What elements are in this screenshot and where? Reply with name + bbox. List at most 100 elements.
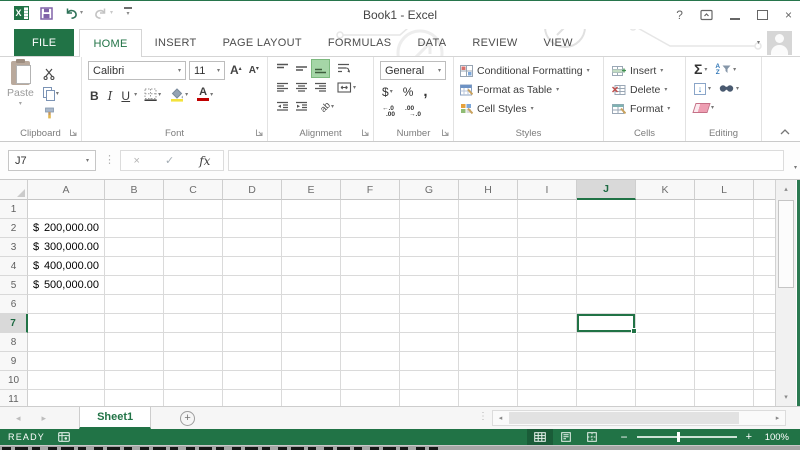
cell-I11[interactable] [518,390,577,406]
cell-F1[interactable] [341,200,400,219]
delete-cells-button[interactable]: Delete ▾ [612,80,667,99]
cell-D1[interactable] [223,200,282,219]
cell-G5[interactable] [400,276,459,295]
cell-I2[interactable] [518,219,577,238]
cell-K2[interactable] [636,219,695,238]
cancel-button[interactable]: × [134,155,140,167]
row-header-9[interactable]: 9 [0,352,28,371]
cell-B3[interactable] [105,238,164,257]
column-header-B[interactable]: B [105,180,164,200]
ribbon-tab-page-layout[interactable]: PAGE LAYOUT [210,29,315,56]
row-header-3[interactable]: 3 [0,238,28,257]
cell-I7[interactable] [518,314,577,333]
cell-B10[interactable] [105,371,164,390]
cell-G1[interactable] [400,200,459,219]
cell-L7[interactable] [695,314,754,333]
cell-J4[interactable] [577,257,636,276]
ribbon-tab-home[interactable]: HOME [79,29,142,57]
cell-B11[interactable] [105,390,164,406]
column-header-K[interactable]: K [636,180,695,200]
column-header-E[interactable]: E [282,180,341,200]
cell-D3[interactable] [223,238,282,257]
conditional-formatting-button[interactable]: Conditional Formatting ▾ [460,61,590,80]
row-header-2[interactable]: 2 [0,219,28,238]
autosum-button[interactable]: Σ ▾ [694,62,707,76]
cell-C1[interactable] [164,200,223,219]
cell-J3[interactable] [577,238,636,257]
cell-E6[interactable] [282,295,341,314]
cell-C2[interactable] [164,219,223,238]
cell-J11[interactable] [577,390,636,406]
cell-J6[interactable] [577,295,636,314]
cell-G9[interactable] [400,352,459,371]
font-size-combo[interactable]: 11 ▾ [189,61,225,80]
formula-input[interactable] [228,150,784,171]
cell-D11[interactable] [223,390,282,406]
cell-J7[interactable] [577,314,637,334]
number-format-combo[interactable]: General ▾ [380,61,446,80]
zoom-level[interactable]: 100% [761,432,789,443]
cell-I8[interactable] [518,333,577,352]
cell-L9[interactable] [695,352,754,371]
row-header-11[interactable]: 11 [0,390,28,406]
row-header-6[interactable]: 6 [0,295,28,314]
cell-C7[interactable] [164,314,223,333]
cell-H4[interactable] [459,257,518,276]
cell-C8[interactable] [164,333,223,352]
cell-J5[interactable] [577,276,636,295]
column-header-J[interactable]: J [577,180,636,200]
ribbon-tab-view[interactable]: VIEW [531,29,586,56]
cell-G11[interactable] [400,390,459,406]
cell-A11[interactable] [28,390,105,406]
fill-color-button[interactable]: ▾ [168,86,190,103]
cell-A7[interactable] [28,314,105,333]
cell-A4[interactable]: $400,000.00 [28,257,105,276]
increase-decimal-button[interactable]: ←.0.00 [380,103,397,120]
cell-G6[interactable] [400,295,459,314]
cell-E2[interactable] [282,219,341,238]
cell-F2[interactable] [341,219,400,238]
wrap-text-button[interactable] [335,60,352,77]
cell-L3[interactable] [695,238,754,257]
cell-H2[interactable] [459,219,518,238]
cell-K3[interactable] [636,238,695,257]
cell-E4[interactable] [282,257,341,276]
find-select-button[interactable]: ▾ [719,84,739,93]
underline-button[interactable]: U [119,87,132,103]
clear-button[interactable]: ▾ [692,102,714,113]
cell-H6[interactable] [459,295,518,314]
cell-B5[interactable] [105,276,164,295]
cell-L5[interactable] [695,276,754,295]
row-header-1[interactable]: 1 [0,200,28,219]
cell-J2[interactable] [577,219,636,238]
cell-L4[interactable] [695,257,754,276]
align-center-button[interactable] [293,79,310,96]
cell-K7[interactable] [636,314,695,333]
cell-D8[interactable] [223,333,282,352]
cell-L6[interactable] [695,295,754,314]
fill-button[interactable]: ↓ ▾ [694,82,711,95]
cell-K5[interactable] [636,276,695,295]
align-top-button[interactable] [274,60,291,77]
minimize-button[interactable] [729,11,740,20]
ribbon-tab-data[interactable]: DATA [404,29,459,56]
save-button[interactable] [40,6,53,20]
cell-D7[interactable] [223,314,282,333]
scroll-down-icon[interactable]: ▾ [776,389,796,405]
font-name-combo[interactable]: Calibri ▾ [88,61,186,80]
help-button[interactable]: ? [676,8,683,22]
column-header-A[interactable]: A [28,180,105,200]
cut-button[interactable] [41,65,61,82]
zoom-out-button[interactable]: − [621,431,628,443]
cell-C3[interactable] [164,238,223,257]
borders-button[interactable]: ▾ [142,86,163,103]
cell-A2[interactable]: $200,000.00 [28,219,105,238]
cell-A5[interactable]: $500,000.00 [28,276,105,295]
cell-D10[interactable] [223,371,282,390]
cell-F10[interactable] [341,371,400,390]
cell-B9[interactable] [105,352,164,371]
scroll-right-icon[interactable]: ▸ [770,414,785,422]
cell-F5[interactable] [341,276,400,295]
macro-record-button[interactable] [58,432,70,442]
ribbon-tab-formulas[interactable]: FORMULAS [315,29,405,56]
